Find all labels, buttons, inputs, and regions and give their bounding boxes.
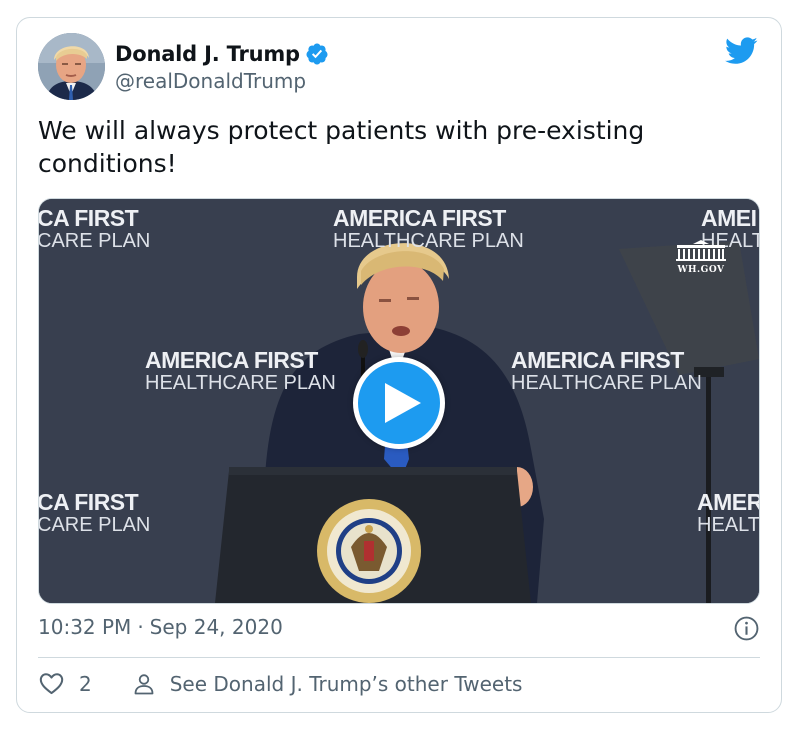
white-house-icon — [676, 240, 726, 261]
video-player[interactable]: CA FIRST CARE PLAN AMERICA FIRST HEALTHC… — [38, 198, 760, 604]
tweet-actions: 2 See Donald J. Trump’s other Tweets — [38, 670, 522, 697]
verified-badge-icon — [306, 43, 328, 65]
like-count: 2 — [79, 671, 92, 696]
tweet-time: 10:32 PM — [38, 615, 132, 639]
user-handle[interactable]: @realDonaldTrump — [115, 69, 306, 93]
play-button[interactable] — [353, 357, 445, 449]
like-button[interactable]: 2 — [38, 670, 92, 697]
person-icon — [134, 673, 154, 694]
divider — [38, 657, 760, 658]
see-other-tweets-link[interactable]: See Donald J. Trump’s other Tweets — [132, 671, 523, 696]
backdrop-text-top-center: AMERICA FIRST HEALTHCARE PLAN — [333, 205, 524, 252]
info-icon[interactable] — [734, 616, 759, 641]
backdrop-text-bottom-left: CA FIRST CARE PLAN — [38, 489, 151, 536]
timestamp-separator: · — [137, 615, 144, 639]
display-name[interactable]: Donald J. Trump — [115, 42, 300, 66]
play-icon — [385, 383, 421, 423]
wh-gov-watermark: WH.GOV — [671, 239, 731, 275]
tweet-timestamp[interactable]: 10:32 PM · Sep 24, 2020 — [38, 615, 283, 639]
tweet-date: Sep 24, 2020 — [149, 615, 283, 639]
twitter-bird-icon[interactable] — [725, 37, 758, 65]
see-other-tweets-label: See Donald J. Trump’s other Tweets — [169, 671, 523, 696]
backdrop-text-top-left: CA FIRST CARE PLAN — [38, 205, 151, 252]
backdrop-text-mid-left: AMERICA FIRST HEALTHCARE PLAN — [145, 347, 336, 394]
tweet-card: Donald J. Trump @realDonaldTrump We will… — [16, 17, 782, 713]
backdrop-text-bottom-right: AMER HEALTI — [697, 489, 760, 536]
avatar[interactable] — [38, 33, 105, 100]
tweet-text: We will always protect patients with pre… — [38, 116, 645, 178]
heart-icon — [39, 673, 64, 695]
backdrop-text-mid-right: AMERICA FIRST HEALTHCARE PLAN — [511, 347, 702, 394]
